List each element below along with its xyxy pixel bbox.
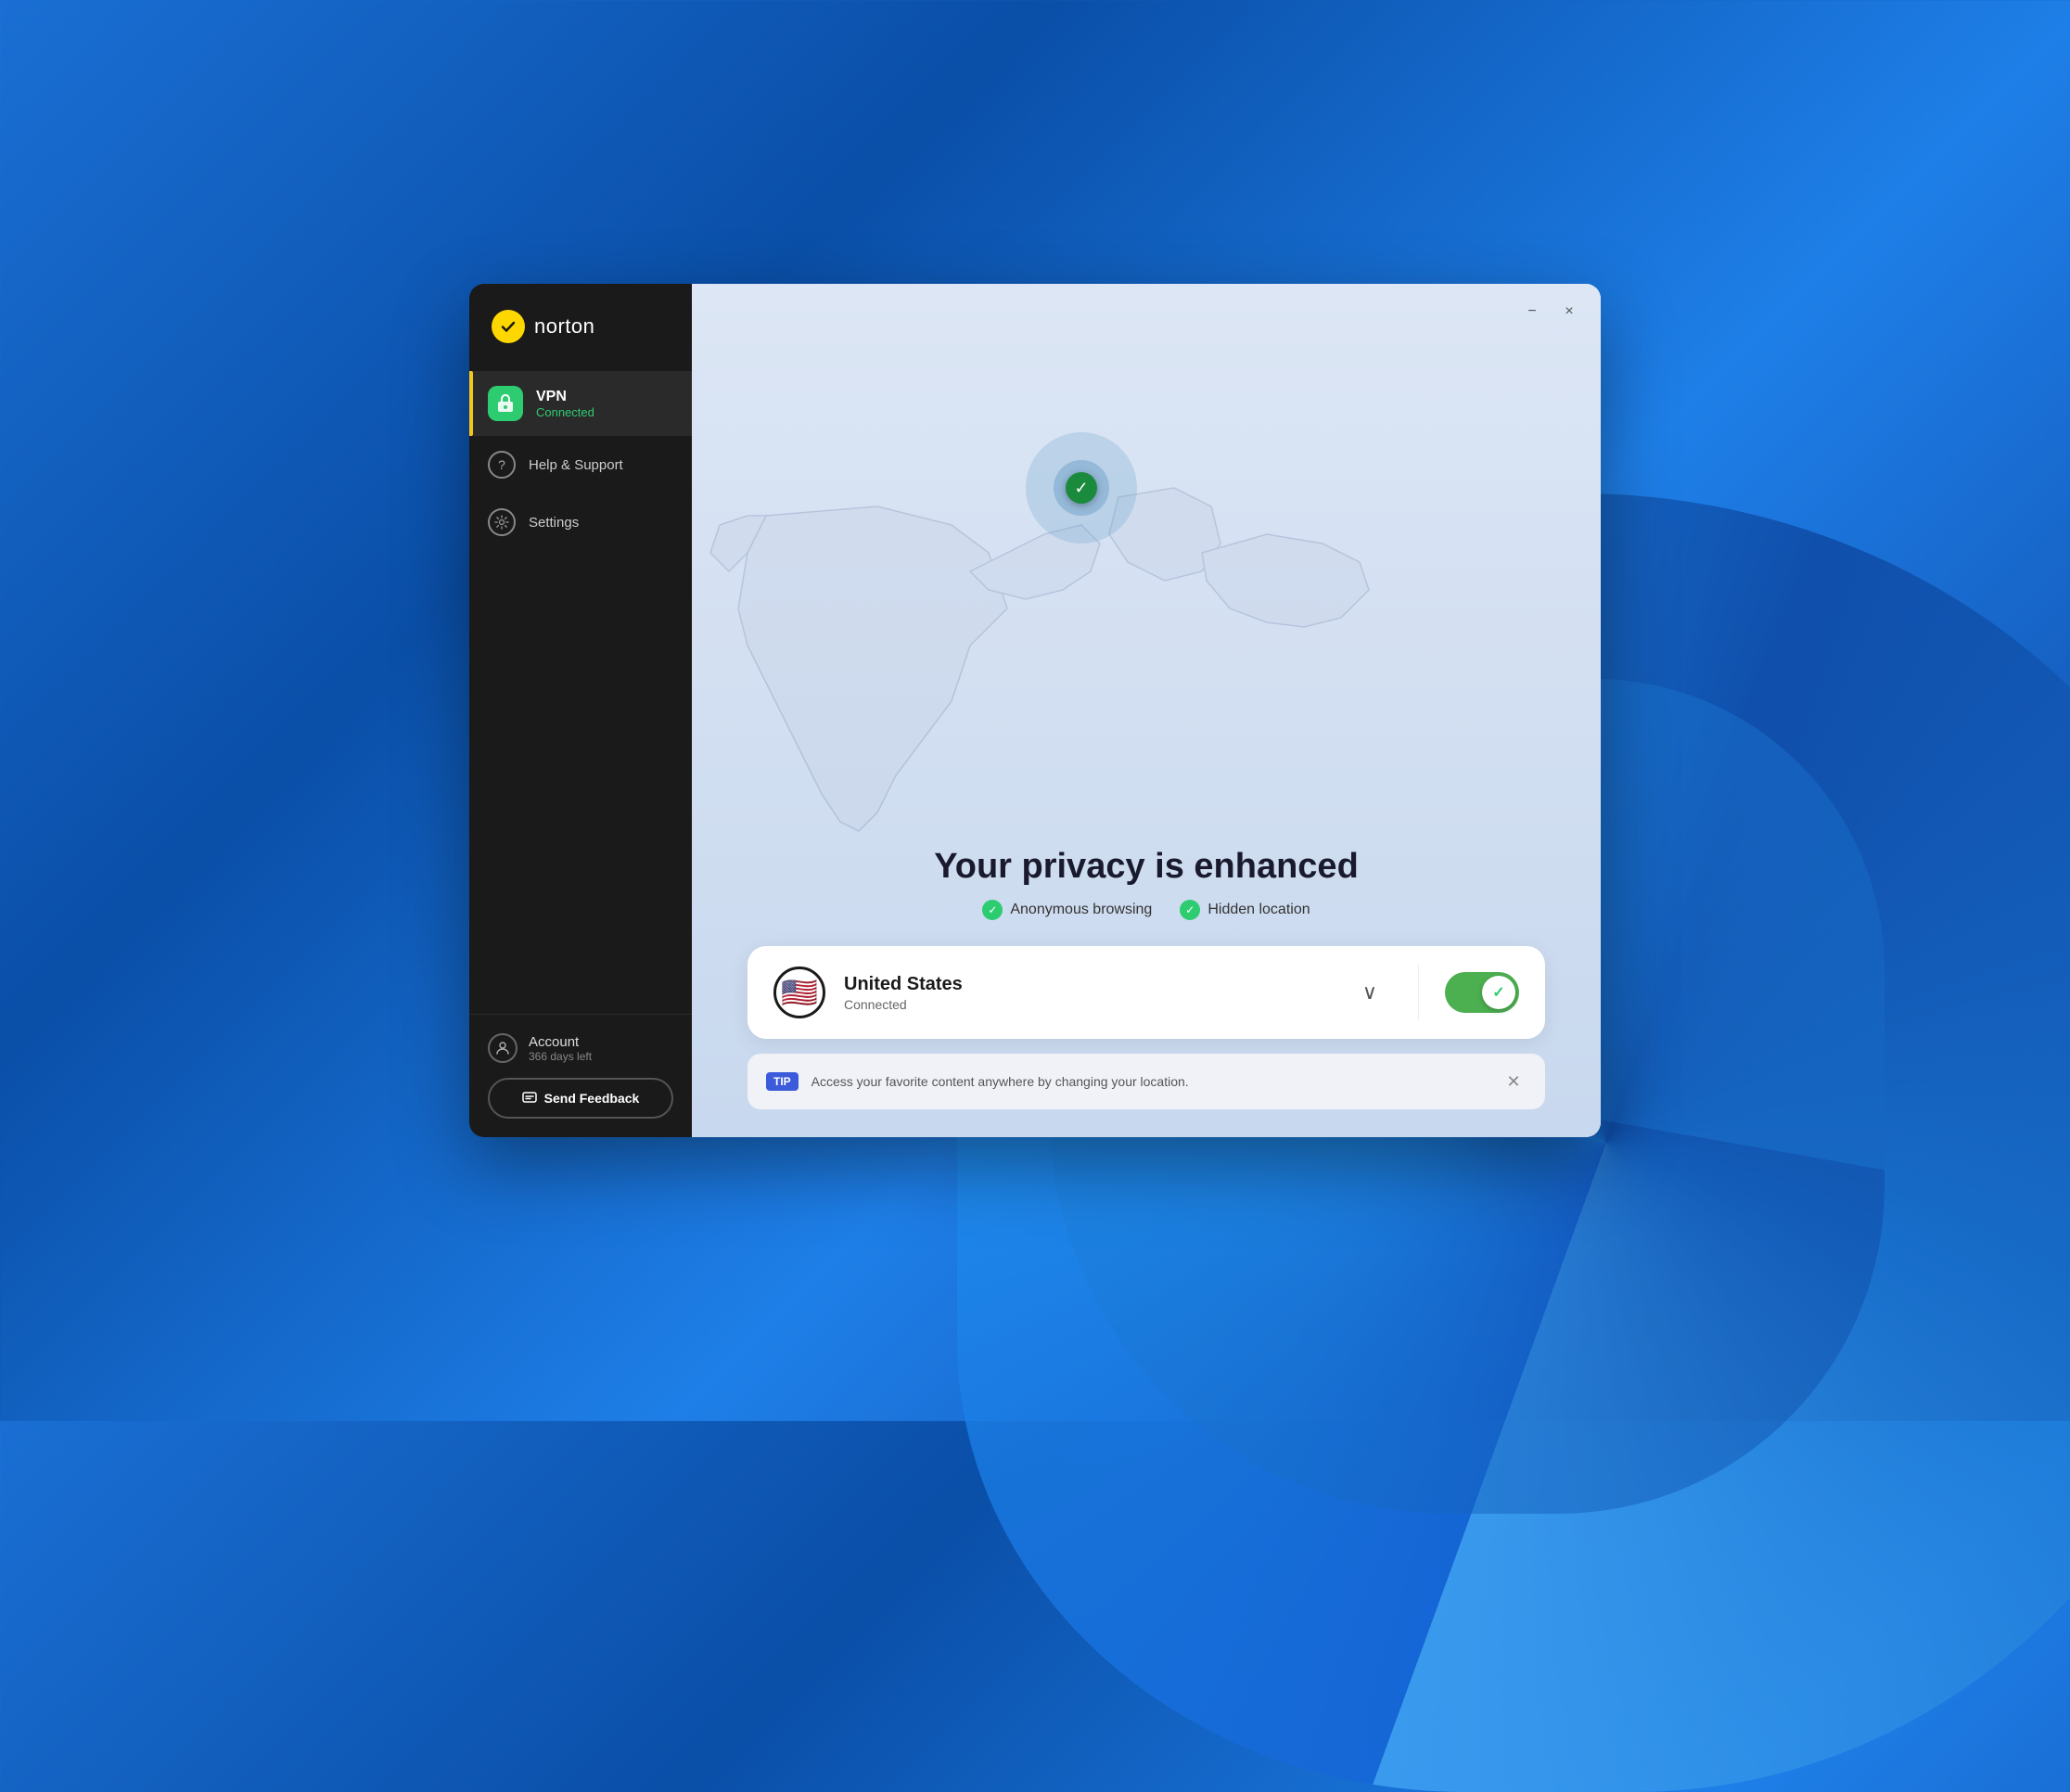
sidebar-item-vpn[interactable]: VPN Connected	[469, 371, 692, 436]
tip-close-button[interactable]: ✕	[1501, 1069, 1527, 1094]
privacy-title: Your privacy is enhanced	[934, 847, 1359, 887]
account-icon	[488, 1033, 518, 1063]
privacy-badges: ✓ Anonymous browsing ✓ Hidden location	[982, 900, 1310, 920]
pulse-dot: ✓	[1066, 472, 1097, 504]
anonymous-label: Anonymous browsing	[1010, 902, 1152, 918]
anonymous-check-icon: ✓	[982, 900, 1003, 920]
country-name: United States	[844, 974, 1329, 995]
tip-text: Access your favorite content anywhere by…	[811, 1074, 1488, 1089]
account-section: Account 366 days left	[488, 1033, 673, 1063]
hidden-check-icon: ✓	[1180, 900, 1200, 920]
vpn-icon	[488, 386, 523, 421]
norton-logo-text: norton	[534, 314, 594, 339]
settings-icon	[488, 508, 516, 536]
sidebar-nav: VPN Connected ? Help & Support Settings	[469, 362, 692, 1014]
close-button[interactable]: ×	[1556, 299, 1582, 325]
sidebar-logo: norton	[469, 284, 692, 362]
vpn-selector-card: 🇺🇸 United States Connected ∨ ✓	[748, 946, 1545, 1039]
settings-label: Settings	[529, 515, 579, 531]
vpn-item-subtitle: Connected	[536, 405, 594, 419]
main-content: − ×	[692, 284, 1601, 1137]
map-area: ✓ Your privacy is enhanced ✓ Anonymous b…	[692, 284, 1601, 1137]
app-window: norton VPN Connected ?	[469, 284, 1601, 1137]
account-days: 366 days left	[529, 1050, 592, 1063]
country-dropdown-button[interactable]: ∨	[1348, 980, 1392, 1005]
hidden-location-badge: ✓ Hidden location	[1180, 900, 1310, 920]
toggle-knob: ✓	[1482, 976, 1515, 1009]
feedback-label: Send Feedback	[544, 1091, 640, 1106]
tip-banner: TIP Access your favorite content anywher…	[748, 1054, 1545, 1109]
country-flag: 🇺🇸	[773, 966, 825, 1018]
vpn-item-title: VPN	[536, 389, 594, 405]
norton-logo-icon	[492, 310, 525, 343]
vpn-card-divider	[1418, 965, 1419, 1020]
country-status: Connected	[844, 997, 1329, 1012]
tip-label: TIP	[766, 1072, 799, 1091]
sidebar-item-settings[interactable]: Settings	[469, 493, 692, 551]
minimize-button[interactable]: −	[1519, 299, 1545, 325]
flag-emoji: 🇺🇸	[781, 975, 818, 1010]
country-info: United States Connected	[844, 974, 1329, 1012]
help-label: Help & Support	[529, 457, 623, 473]
sidebar-item-help[interactable]: ? Help & Support	[469, 436, 692, 493]
account-info: Account 366 days left	[529, 1034, 592, 1063]
send-feedback-button[interactable]: Send Feedback	[488, 1078, 673, 1119]
help-icon: ?	[488, 451, 516, 479]
anonymous-browsing-badge: ✓ Anonymous browsing	[982, 900, 1152, 920]
sidebar-bottom: Account 366 days left Send Feedback	[469, 1014, 692, 1137]
vpn-toggle[interactable]: ✓	[1445, 972, 1519, 1013]
account-name: Account	[529, 1034, 592, 1050]
window-controls: − ×	[1519, 299, 1582, 325]
status-overlay: Your privacy is enhanced ✓ Anonymous bro…	[692, 847, 1601, 1137]
sidebar: norton VPN Connected ?	[469, 284, 692, 1137]
vpn-location-pulse: ✓	[1026, 432, 1137, 544]
hidden-label: Hidden location	[1208, 902, 1310, 918]
vpn-item-info: VPN Connected	[536, 389, 594, 419]
